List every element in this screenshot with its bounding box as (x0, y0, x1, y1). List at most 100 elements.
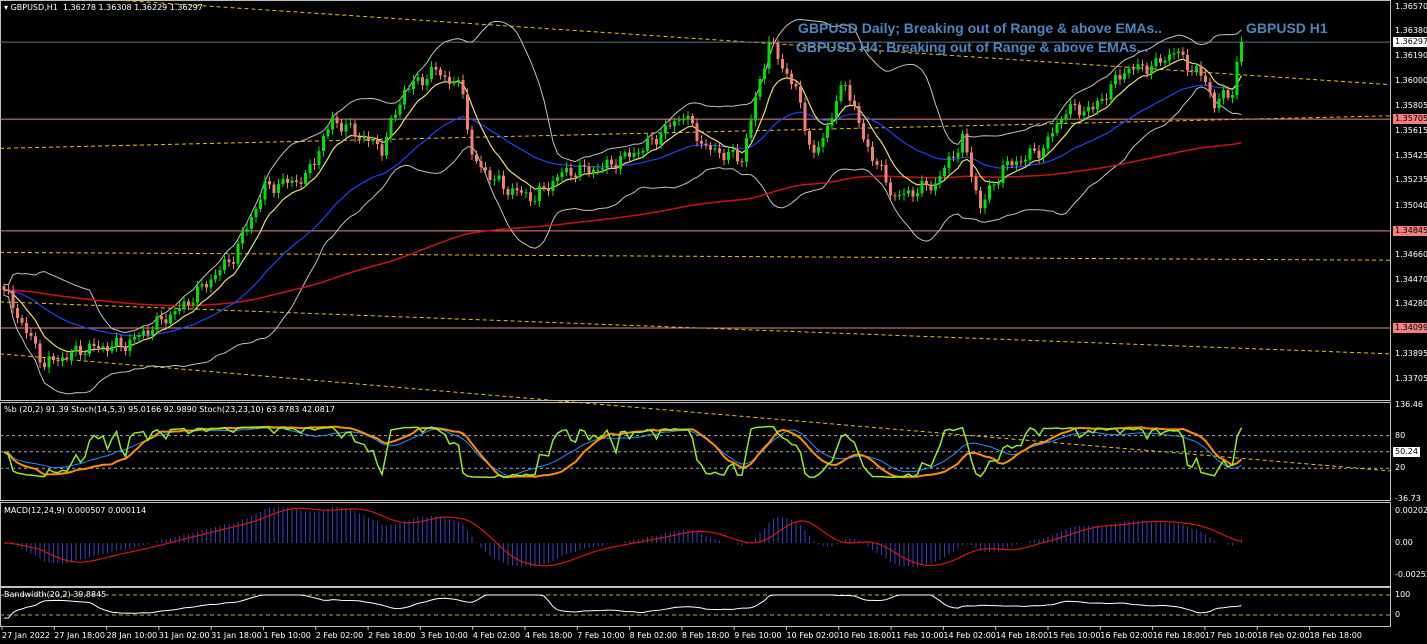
candle-body (1064, 114, 1068, 120)
candle-body (646, 138, 649, 151)
candle-body (1105, 98, 1108, 100)
candle (56, 355, 60, 366)
time-axis-label: 7 Feb 10:00 (577, 631, 625, 640)
candle-body (736, 149, 739, 162)
candle (1159, 54, 1162, 66)
candle-body (1145, 65, 1149, 75)
candle-body (376, 139, 379, 145)
candle-body (578, 165, 582, 178)
candle (826, 122, 829, 143)
candle (110, 340, 114, 354)
candle-body (457, 80, 460, 82)
candle-body (781, 58, 784, 69)
candle (1177, 48, 1180, 59)
collapse-triangle-icon[interactable]: ▾ (4, 3, 8, 12)
candle (511, 183, 514, 200)
candle (1046, 132, 1050, 153)
candle (1231, 91, 1234, 104)
candle (47, 350, 51, 374)
candle-body (295, 180, 298, 183)
candle-body (25, 322, 28, 334)
candle-body (812, 144, 816, 153)
candle-body (470, 129, 474, 155)
mt4-chart-window[interactable]: ▾ GBPUSD,H1 1.36278 1.36308 1.36229 1.36… (0, 0, 1427, 644)
candle (470, 125, 474, 161)
candle (479, 155, 483, 173)
candle-body (844, 85, 847, 87)
candle-body (160, 316, 163, 320)
candle-body (826, 125, 829, 139)
candle (628, 147, 631, 163)
candle-body (502, 175, 505, 189)
candle-body (1078, 104, 1081, 116)
candle-body (1118, 74, 1122, 80)
candle (295, 174, 298, 187)
candle (268, 176, 271, 189)
candle-body (97, 345, 100, 348)
candle-body (668, 125, 672, 127)
candle-body (488, 170, 492, 180)
candle-body (214, 275, 217, 280)
price-axis-label: 1.35235 (1395, 175, 1427, 185)
candle-body (664, 125, 667, 134)
candle (34, 332, 37, 349)
candle (2, 283, 6, 296)
candle (578, 159, 582, 181)
candle-body (938, 176, 942, 184)
candle (529, 186, 532, 207)
candle (16, 303, 19, 324)
candle-body (1042, 148, 1045, 158)
annotation-h4: GBPUSD H4; Breaking out of Range & above… (796, 39, 1149, 55)
time-axis-label: 8 Feb 18:00 (681, 631, 730, 640)
candle (686, 110, 690, 126)
candle-body (403, 89, 406, 105)
candle-body (641, 150, 645, 153)
candle (439, 66, 442, 80)
candle (313, 158, 316, 170)
candle-body (992, 184, 996, 186)
candle (988, 179, 991, 203)
time-axis-label: 18 Feb 18:00 (1309, 631, 1362, 640)
stoch-axis-label: -36.73 (1395, 494, 1421, 503)
candle-body (47, 356, 51, 368)
candle (1208, 77, 1212, 99)
candle (74, 340, 78, 357)
candle (821, 133, 825, 153)
candle-body (1051, 133, 1054, 137)
candle-body (808, 130, 811, 145)
candle (695, 118, 699, 147)
candle-body (862, 123, 865, 140)
candle (997, 178, 1000, 189)
candle-body (200, 284, 204, 287)
candle (691, 113, 694, 127)
candle-body (686, 116, 690, 120)
candle (214, 269, 217, 283)
candle-body (344, 124, 348, 132)
price-axis-label: 1.36000 (1395, 75, 1427, 85)
candle (758, 76, 762, 101)
candle-body (110, 346, 114, 352)
candle-body (655, 138, 658, 145)
candle-body (722, 152, 726, 161)
price-axis-label: 1.35425 (1395, 150, 1427, 160)
candle-body (902, 193, 906, 195)
candle-body (673, 120, 676, 127)
time-axis-label: 17 Feb 10:00 (1204, 631, 1258, 640)
candle-body (353, 123, 357, 137)
candle (812, 140, 816, 159)
time-axis-label: 8 Feb 02:00 (629, 631, 677, 640)
candle-body (974, 176, 978, 191)
chart-canvas[interactable] (0, 0, 1427, 644)
candle-body (106, 346, 109, 352)
candle-body (556, 176, 559, 182)
candle (866, 133, 870, 153)
candle-body (259, 199, 262, 209)
candle-body (934, 183, 937, 191)
macd-axis-label: 0.002021 (1395, 506, 1427, 515)
candle-body (592, 169, 595, 174)
candle-body (1204, 75, 1207, 83)
candle-body (745, 137, 748, 162)
candle (1123, 68, 1126, 84)
candle-body (173, 311, 177, 315)
price-axis-label: 1.34660 (1395, 249, 1427, 259)
